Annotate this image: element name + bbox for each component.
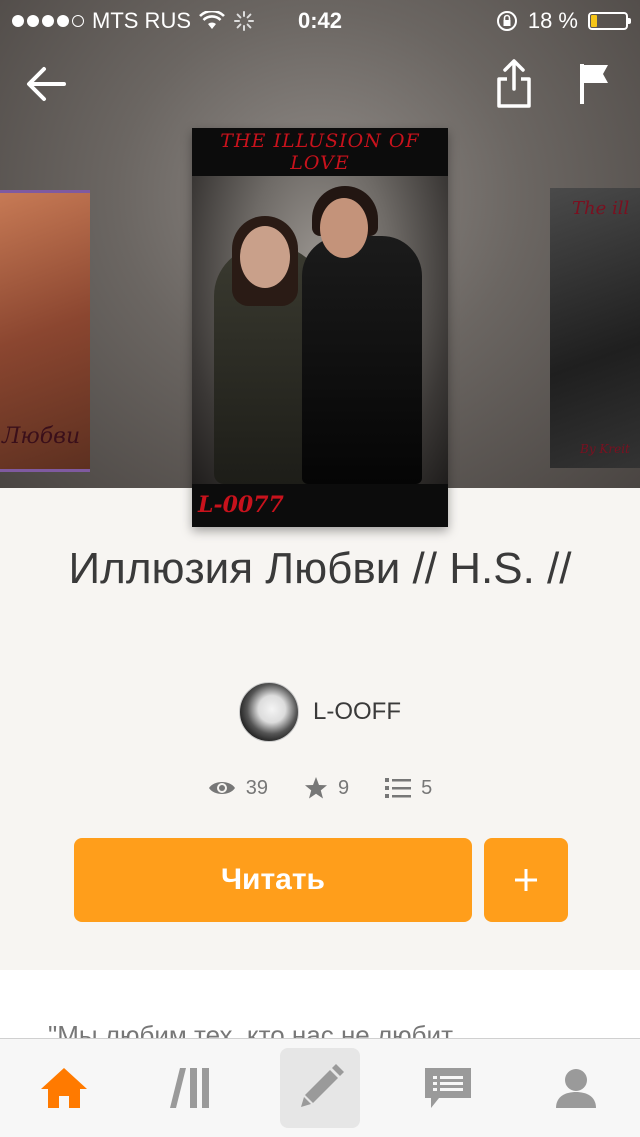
list-icon [385, 778, 412, 798]
tab-home[interactable] [24, 1048, 104, 1128]
next-cover-text: The ill [572, 198, 630, 219]
back-arrow-icon [27, 67, 66, 101]
reads-count: 39 [245, 776, 268, 799]
cover-title: THE ILLUSION OF LOVE [220, 130, 420, 174]
cover-photo [192, 176, 448, 484]
reads-stat: 39 [208, 776, 268, 800]
previous-cover-text: Любви [2, 424, 81, 449]
eye-icon [208, 782, 235, 794]
tab-profile[interactable] [536, 1048, 616, 1128]
tab-messages[interactable] [408, 1048, 488, 1128]
star-icon [305, 777, 327, 799]
battery-icon [588, 12, 631, 30]
next-book-cover[interactable]: The ill By Kreit [550, 188, 640, 468]
library-icon [170, 1068, 209, 1108]
read-button[interactable]: Читать [74, 838, 472, 922]
next-cover-byline: By Kreit [580, 442, 630, 456]
tab-write[interactable] [280, 1048, 360, 1128]
book-cover[interactable]: THE ILLUSION OF LOVE L-0077 [192, 128, 448, 527]
author-avatar[interactable] [239, 682, 299, 742]
status-bar: MTS RUS 0:42 18 % [0, 0, 640, 40]
previous-book-cover[interactable]: Любви [0, 190, 90, 472]
flag-icon [580, 64, 608, 104]
cover-author: L-0077 [198, 492, 284, 518]
book-stats: 39 9 5 [0, 776, 640, 800]
author-name[interactable]: L-OOFF [313, 698, 401, 726]
orientation-lock-icon [496, 11, 517, 31]
votes-count: 9 [338, 776, 350, 799]
cover-author-band: L-0077 [192, 484, 448, 527]
tab-library[interactable] [152, 1048, 232, 1128]
pencil-icon [301, 1064, 344, 1107]
parts-count: 5 [421, 776, 433, 799]
message-icon [425, 1068, 471, 1108]
author-row[interactable]: L-OOFF [0, 682, 640, 742]
back-button[interactable] [18, 56, 74, 112]
book-title: Иллюзия Любви // H.S. // [68, 544, 572, 593]
tab-bar [0, 1038, 640, 1137]
profile-icon [556, 1069, 596, 1108]
battery-percentage: 18 % [527, 8, 578, 33]
plus-icon [515, 869, 537, 891]
report-button[interactable] [566, 56, 622, 112]
votes-stat: 9 [304, 776, 349, 800]
parts-stat: 5 [385, 776, 432, 800]
add-to-library-button[interactable] [484, 838, 568, 922]
home-icon [41, 1068, 87, 1108]
share-icon [497, 59, 531, 108]
share-button[interactable] [486, 56, 542, 112]
